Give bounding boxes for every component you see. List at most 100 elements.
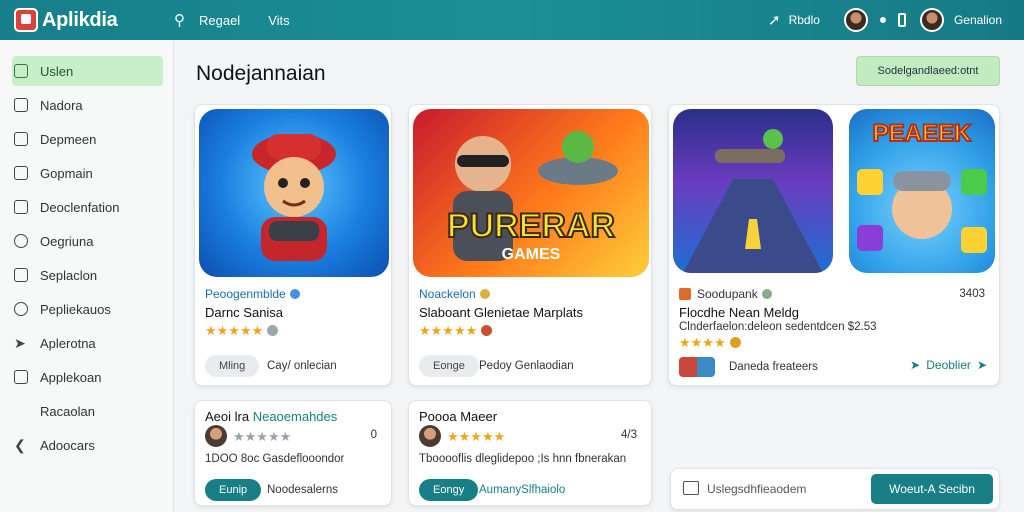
edit-icon xyxy=(14,98,28,112)
action-pill[interactable]: Eongy xyxy=(419,479,479,501)
primary-action-button[interactable]: Woeut-A Secibn xyxy=(871,474,993,504)
app-card[interactable]: PEAEEK Soodupank 3403 Flocdhe Nean Meldg… xyxy=(668,104,1000,386)
main-content: Nodejannaian Sodelgandlaeed:otnt Peoogen… xyxy=(174,40,1024,512)
thumb-sub-text: GAMES xyxy=(502,246,561,263)
developer-label: Noackelon xyxy=(419,287,476,301)
sidebar-item-aplerotna[interactable]: ➤ Aplerotna xyxy=(12,328,163,358)
user-avatar[interactable] xyxy=(419,425,441,447)
category-tag[interactable]: Mling xyxy=(205,355,260,377)
title-highlight: Neaoemahdes xyxy=(252,409,338,424)
developer-name[interactable]: Peoogenmblde xyxy=(205,287,300,301)
sidebar-item-label: Racaolan xyxy=(40,403,95,419)
pen-icon xyxy=(14,370,28,384)
circle-icon xyxy=(14,234,28,248)
app-title[interactable]: Flocdhe Nean Meldg xyxy=(679,305,799,320)
sidebar-item-gopmain[interactable]: Gopmain xyxy=(12,158,163,188)
app-card[interactable]: Peoogenmblde Darnc Sanisa ★★★★★ Mling Ca… xyxy=(194,104,392,386)
app-icon-small xyxy=(679,357,715,377)
details-link-label: Deoblier xyxy=(926,358,971,372)
link-icon[interactable]: ➚ xyxy=(768,11,781,29)
app-description: 1DOO 8oc Gasdeflooondor xyxy=(205,453,345,465)
sidebar-item-label: Adoocars xyxy=(40,437,95,453)
app-thumbnail[interactable]: PURERAR GAMES xyxy=(413,109,649,277)
grid-icon xyxy=(14,132,28,146)
app-title[interactable]: Poooa Maeer xyxy=(419,409,497,424)
search-icon[interactable]: ⚲ xyxy=(174,11,185,29)
search-icon xyxy=(14,268,28,282)
rating-stars-text: ★★★★ xyxy=(679,335,726,350)
rating-stars-text: ★★★★★ xyxy=(419,323,478,338)
sidebar-item-nadora[interactable]: Nadora xyxy=(12,90,163,120)
sidebar-item-depmeen[interactable]: Depmeen xyxy=(12,124,163,154)
nav-link-regael[interactable]: Regael xyxy=(199,13,240,28)
app-card[interactable]: Aeoi lra Neaoemahdes ★★★★★ 0 1DOO 8oc Ga… xyxy=(194,400,392,506)
verified-badge-icon xyxy=(479,289,490,299)
sidebar-item-label: Deoclenfation xyxy=(40,199,120,215)
sidebar-item-oegriuna[interactable]: Oegriuna xyxy=(12,226,163,256)
logo-text: Aplikdia xyxy=(42,8,118,31)
app-description: Tbooooflis dleglidepoo ;Is hnn fbnerakan xyxy=(419,453,627,465)
send-icon: ➤ xyxy=(14,335,26,351)
tag-icon xyxy=(14,302,28,316)
user-name[interactable]: Genalion xyxy=(954,13,1002,27)
image-icon[interactable] xyxy=(683,481,699,495)
app-meta: Noodesalerns xyxy=(267,484,338,496)
rating-stars: ★★★★★ xyxy=(447,429,505,445)
search-input[interactable]: Uslegsdhfieaodem xyxy=(707,482,806,496)
app-thumbnail[interactable] xyxy=(673,109,833,273)
sidebar-item-label: Uslen xyxy=(40,63,74,79)
nav-link-vits[interactable]: Vits xyxy=(268,13,289,28)
sidebar-item-pepliekauos[interactable]: Pepliekauos xyxy=(12,294,163,324)
top-action-button[interactable]: Sodelgandlaeed:otnt xyxy=(856,56,1000,86)
sidebar-item-label: Nadora xyxy=(40,97,83,113)
sidebar-item-label: Aplerotna xyxy=(40,335,96,351)
document-icon xyxy=(14,64,28,78)
developer-logo-icon xyxy=(679,288,691,300)
sidebar-item-seplaclon[interactable]: Seplaclon xyxy=(12,260,163,290)
install-count: 3403 xyxy=(959,288,985,300)
user-avatar[interactable] xyxy=(919,8,944,32)
rating-icon xyxy=(267,325,279,336)
top-bar: Aplikdia ⚲ Regael Vits ➚ Rbdlo Genalion xyxy=(0,0,1024,40)
rating-stars-text: ★★★★★ xyxy=(233,429,292,444)
friend-avatar[interactable] xyxy=(843,8,868,32)
header-right-link[interactable]: Rbdlo xyxy=(789,13,820,27)
sidebar-item-label: Pepliekauos xyxy=(40,301,111,317)
sidebar-item-racaolan[interactable]: Racaolan xyxy=(12,396,163,426)
top-right-area: ➚ Rbdlo Genalion xyxy=(768,0,1002,40)
thumb-title-text: PURERAR xyxy=(447,207,615,245)
sidebar-item-applekoan[interactable]: Applekoan xyxy=(12,362,163,392)
app-logo[interactable]: Aplikdia xyxy=(14,8,174,32)
action-pill[interactable]: Eunip xyxy=(205,479,262,501)
sidebar-item-label: Seplaclon xyxy=(40,267,98,283)
blank-icon xyxy=(14,404,28,418)
user-avatar[interactable] xyxy=(205,425,227,447)
sidebar-item-deoclenfation[interactable]: Deoclenfation xyxy=(12,192,163,222)
rating-stars: ★★★★★ xyxy=(419,323,493,339)
category-tag[interactable]: Eonge xyxy=(419,355,479,377)
sidebar-item-adoocars[interactable]: ❮ Adoocars xyxy=(12,430,163,460)
app-description: Clnderfaelon:deleon sedentdcen $2.53 xyxy=(679,321,877,333)
racing-game-illustration xyxy=(683,129,823,273)
app-thumbnail-secondary[interactable]: PEAEEK xyxy=(849,109,995,273)
app-meta: Daneda freateers xyxy=(729,361,818,373)
developer-name[interactable]: Soodupank xyxy=(679,287,772,301)
thumb2-title-text: PEAEEK xyxy=(873,120,972,147)
app-thumbnail[interactable] xyxy=(199,109,389,277)
details-link[interactable]: ➤ Deoblier ➤ xyxy=(910,358,987,372)
device-icon[interactable] xyxy=(897,13,906,27)
pin-icon: ➤ xyxy=(910,358,921,372)
sidebar: Uslen Nadora Depmeen Gopmain Deoclenfati… xyxy=(0,40,174,512)
app-card[interactable]: PURERAR GAMES Noackelon Slaboant Gleniet… xyxy=(408,104,652,386)
rating-stars: ★★★★★ xyxy=(205,323,279,339)
developer-label: Soodupank xyxy=(697,287,758,301)
app-title[interactable]: Slaboant Glenietae Marplats xyxy=(419,305,583,320)
app-title[interactable]: Aeoi lra Neaoemahdes xyxy=(205,409,337,424)
developer-name[interactable]: Noackelon xyxy=(419,287,490,301)
sidebar-item-label: Oegriuna xyxy=(40,233,94,249)
sidebar-item-uslen[interactable]: Uslen xyxy=(12,56,163,86)
app-title[interactable]: Darnc Sanisa xyxy=(205,305,283,320)
app-card[interactable]: Poooa Maeer ★★★★★ 4/3 Tbooooflis dleglid… xyxy=(408,400,652,506)
share-icon: ❮ xyxy=(14,437,26,453)
logo-icon xyxy=(14,8,38,32)
